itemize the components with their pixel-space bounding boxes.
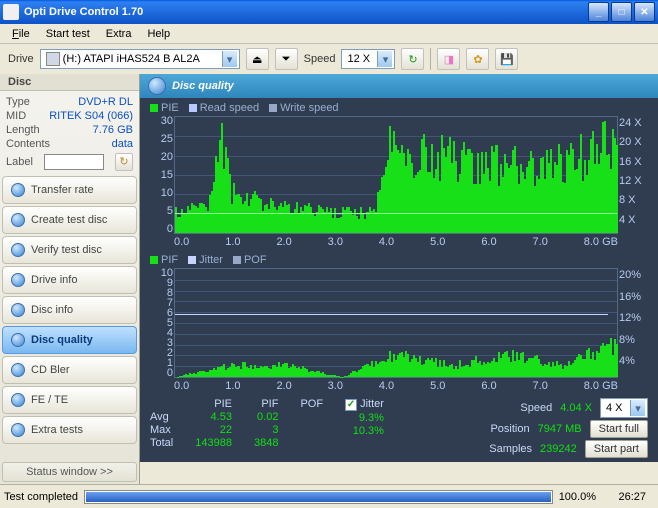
pie-plot-area: 302520151050 24 X20 X16 X12 X8 X4 X <box>174 116 618 234</box>
start-part-button[interactable]: Start part <box>585 440 648 458</box>
disc-type: DVD+R DL <box>78 95 133 109</box>
refresh-icon: ↻ <box>408 53 417 66</box>
disc-icon <box>11 363 25 377</box>
pie-chart: PIE Read speed Write speed 302520151050 … <box>140 98 658 250</box>
elapsed-time: 26:27 <box>596 491 646 503</box>
close-button[interactable]: ✕ <box>634 2 655 22</box>
disc-icon <box>11 393 25 407</box>
maximize-button[interactable]: □ <box>611 2 632 22</box>
options-button[interactable]: ✿ <box>466 48 489 70</box>
sidebar-item-transfer-rate[interactable]: Transfer rate <box>2 176 137 204</box>
sidebar: Disc TypeDVD+R DL MIDRITEK S04 (066) Len… <box>0 74 140 484</box>
disc-icon <box>11 333 25 347</box>
disc-group-header: Disc <box>0 74 139 91</box>
disc-icon <box>11 183 25 197</box>
save-button[interactable]: 💾 <box>495 48 518 70</box>
app-icon <box>3 4 19 20</box>
refresh-button[interactable]: ↻ <box>401 48 424 70</box>
status-message: Test completed <box>4 491 78 503</box>
stat-samples: 239242 <box>540 443 577 455</box>
disc-length: 7.76 GB <box>93 123 133 137</box>
sidebar-item-disc-info[interactable]: Disc info <box>2 296 137 324</box>
drive-icon <box>46 52 60 66</box>
sidebar-item-drive-info[interactable]: Drive info <box>2 266 137 294</box>
disc-mid: RITEK S04 (066) <box>49 109 133 123</box>
progress-percent: 100.0% <box>559 491 596 503</box>
menubar: File Start test Extra Help <box>0 24 658 44</box>
sidebar-item-extra-tests[interactable]: Extra tests <box>2 416 137 444</box>
status-window-toggle[interactable]: Status window >> <box>2 462 137 482</box>
chevron-down-icon: ▾ <box>377 51 392 67</box>
eraser-icon: ◨ <box>444 53 454 66</box>
save-icon: 💾 <box>500 53 514 66</box>
menu-start-test[interactable]: Start test <box>40 26 96 42</box>
erase-button[interactable]: ◨ <box>437 48 460 70</box>
menu-help[interactable]: Help <box>141 26 176 42</box>
start-full-button[interactable]: Start full <box>590 420 648 438</box>
disc-icon <box>11 273 25 287</box>
statusbar: Test completed 100.0% 26:27 <box>0 484 658 508</box>
sidebar-item-verify-test-disc[interactable]: Verify test disc <box>2 236 137 264</box>
drive-label: Drive <box>8 53 34 65</box>
speed-select[interactable]: 12 X ▾ <box>341 49 395 69</box>
refresh-icon: ↻ <box>119 155 128 169</box>
menu-file[interactable]: File <box>6 26 36 42</box>
toolbar: Drive (H:) ATAPI iHAS524 B AL2A ▾ ⏏ ⏷ Sp… <box>0 44 658 74</box>
content-panel: Disc quality PIE Read speed Write speed … <box>140 74 658 484</box>
chevron-down-icon: ▾ <box>222 51 237 67</box>
drive-select[interactable]: (H:) ATAPI iHAS524 B AL2A ▾ <box>40 49 240 69</box>
disc-contents: data <box>112 137 133 151</box>
label-input[interactable] <box>44 154 104 170</box>
stat-position: 7947 MB <box>538 423 582 435</box>
scan-speed-select[interactable]: 4 X▾ <box>600 398 648 418</box>
stat-speed: 4.04 X <box>560 402 592 414</box>
sidebar-item-cd-bler[interactable]: CD Bler <box>2 356 137 384</box>
content-header: Disc quality <box>140 74 658 98</box>
sidebar-item-create-test-disc[interactable]: Create test disc <box>2 206 137 234</box>
eject-icon: ⏏ <box>252 53 262 66</box>
titlebar: Opti Drive Control 1.70 _ □ ✕ <box>0 0 658 24</box>
minimize-button[interactable]: _ <box>588 2 609 22</box>
pif-chart: PIF Jitter POF 109876543210 20%16%12%8%4… <box>140 250 658 394</box>
disc-icon <box>11 213 25 227</box>
load-button[interactable]: ⏷ <box>275 48 298 70</box>
label-refresh-button[interactable]: ↻ <box>115 153 133 171</box>
disc-icon <box>11 243 25 257</box>
eject-button[interactable]: ⏏ <box>246 48 269 70</box>
close-tray-icon: ⏷ <box>282 53 291 66</box>
sidebar-item-fe-te[interactable]: FE / TE <box>2 386 137 414</box>
jitter-checkbox[interactable]: ✓ <box>345 399 357 411</box>
gear-icon: ✿ <box>473 53 482 66</box>
speed-label: Speed <box>304 53 336 65</box>
window-title: Opti Drive Control 1.70 <box>24 6 586 18</box>
disc-icon <box>11 423 25 437</box>
disc-icon <box>11 303 25 317</box>
stats-table: AvgMaxTotal PIE4.5322143988 PIF0.0233848… <box>140 394 658 462</box>
sidebar-item-disc-quality[interactable]: Disc quality <box>2 326 137 354</box>
progress-bar <box>84 490 553 504</box>
menu-extra[interactable]: Extra <box>100 26 138 42</box>
disc-icon <box>148 77 166 95</box>
pif-plot-area: 109876543210 20%16%12%8%4% <box>174 268 618 378</box>
disc-info-panel: TypeDVD+R DL MIDRITEK S04 (066) Length7.… <box>0 91 139 175</box>
